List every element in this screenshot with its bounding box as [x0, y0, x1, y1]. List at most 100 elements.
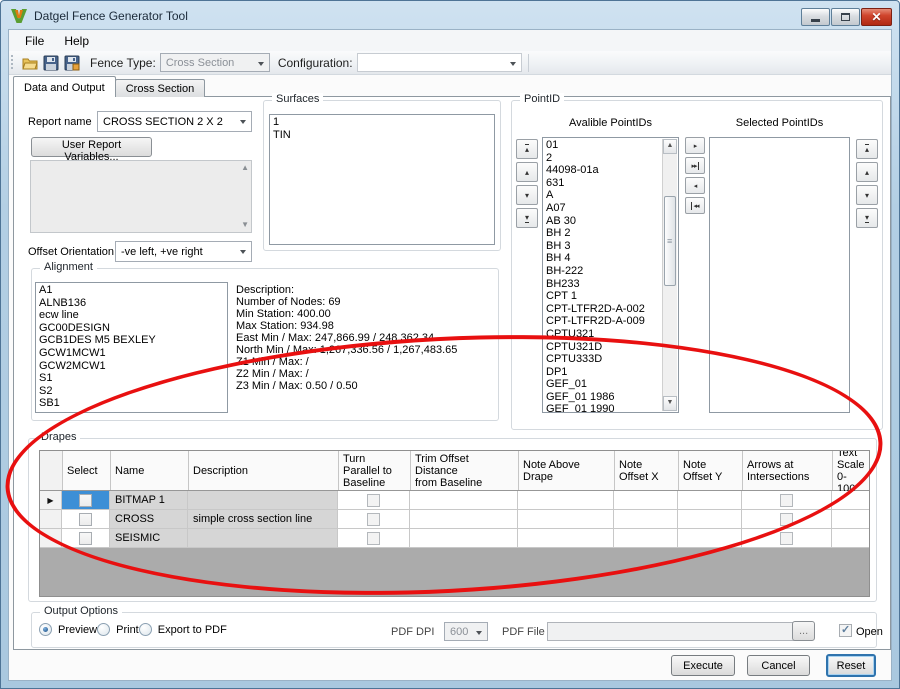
output-radio[interactable]: Preview	[39, 623, 97, 636]
text-scale-cell[interactable]	[832, 491, 869, 509]
available-move-up-button[interactable]: ▴	[516, 162, 538, 182]
arrows-checkbox[interactable]	[780, 532, 793, 545]
scroll-up-button[interactable]: ▲	[663, 139, 677, 154]
list-item[interactable]: A07	[546, 202, 662, 215]
list-item[interactable]: TIN	[273, 129, 494, 142]
turn-parallel-checkbox[interactable]	[367, 494, 380, 507]
note-offset-x-cell[interactable]	[614, 529, 678, 547]
menu-item[interactable]: File	[17, 32, 52, 50]
alignment-listbox[interactable]: A1ALNB136ecw lineGC00DESIGNGCB1DES M5 BE…	[35, 282, 228, 413]
column-header[interactable]: Description	[189, 451, 339, 490]
trim-offset-cell[interactable]	[410, 491, 518, 509]
note-offset-y-cell[interactable]	[678, 491, 742, 509]
arrows-checkbox[interactable]	[780, 513, 793, 526]
arrows-cell[interactable]	[742, 491, 832, 509]
note-offset-x-cell[interactable]	[614, 510, 678, 528]
list-item[interactable]: BH 3	[546, 240, 662, 253]
selected-pointids-listbox[interactable]	[709, 137, 850, 413]
column-header[interactable]: Note Offset Y	[679, 451, 743, 490]
open-icon[interactable]	[21, 54, 38, 71]
select-cell[interactable]	[62, 510, 110, 528]
scroll-down-button[interactable]: ▼	[663, 396, 677, 411]
available-list-scrollbar[interactable]: ▲ ▼	[662, 139, 677, 411]
list-item[interactable]: DP1	[546, 366, 662, 379]
column-header[interactable]: Text Scale 0-100	[833, 451, 869, 490]
list-item[interactable]: 2	[546, 152, 662, 165]
tab[interactable]: Cross Section	[115, 79, 205, 97]
turn-parallel-checkbox[interactable]	[367, 532, 380, 545]
execute-button[interactable]: Execute	[671, 655, 735, 676]
table-row[interactable]: ▶ BITMAP 1	[40, 491, 869, 510]
list-item[interactable]: 01	[546, 139, 662, 152]
move-all-left-button[interactable]: ◂◂	[685, 197, 705, 214]
move-left-button[interactable]: ◂	[685, 177, 705, 194]
turn-parallel-cell[interactable]	[338, 510, 410, 528]
arrows-cell[interactable]	[742, 529, 832, 547]
list-item[interactable]: BH 2	[546, 227, 662, 240]
text-scale-cell[interactable]	[832, 529, 869, 547]
list-item[interactable]: BH 4	[546, 252, 662, 265]
list-item[interactable]: GCW1MCW1	[39, 347, 227, 360]
output-radio[interactable]: Export to PDF	[139, 623, 227, 636]
list-item[interactable]: GEF_01 1986	[546, 391, 662, 404]
column-header[interactable]: Note Offset X	[615, 451, 679, 490]
surfaces-listbox[interactable]: 1TIN	[269, 114, 495, 245]
list-item[interactable]: CPT-LTFR2D-A-009	[546, 315, 662, 328]
reset-button[interactable]: Reset	[826, 654, 876, 677]
configuration-combobox[interactable]	[357, 53, 522, 72]
arrows-cell[interactable]	[742, 510, 832, 528]
selected-move-top-button[interactable]: ▴	[856, 139, 878, 159]
select-checkbox[interactable]	[79, 532, 92, 545]
list-item[interactable]: AB 30	[546, 215, 662, 228]
maximize-button[interactable]	[831, 8, 860, 26]
available-move-top-button[interactable]: ▴	[516, 139, 538, 159]
note-offset-y-cell[interactable]	[678, 510, 742, 528]
turn-parallel-cell[interactable]	[338, 529, 410, 547]
turn-parallel-checkbox[interactable]	[367, 513, 380, 526]
row-selector-cell[interactable]: ▶	[40, 529, 62, 547]
available-move-down-button[interactable]: ▾	[516, 185, 538, 205]
row-selector-cell[interactable]: ▶	[40, 491, 62, 509]
output-radio[interactable]: Print	[97, 623, 139, 636]
list-item[interactable]: CPTU321	[546, 328, 662, 341]
column-header[interactable]: Note Above Drape	[519, 451, 615, 490]
name-cell[interactable]: CROSS	[110, 510, 188, 528]
list-item[interactable]: S1	[39, 372, 227, 385]
menu-item[interactable]: Help	[56, 32, 97, 50]
column-header[interactable]: Arrows at Intersections	[743, 451, 833, 490]
list-item[interactable]: CPT-LTFR2D-A-002	[546, 303, 662, 316]
list-item[interactable]: GCB1DES M5 BEXLEY	[39, 334, 227, 347]
description-cell[interactable]	[188, 491, 338, 509]
list-item[interactable]: A	[546, 189, 662, 202]
list-item[interactable]: CPT 1	[546, 290, 662, 303]
note-above-cell[interactable]	[518, 529, 614, 547]
move-right-button[interactable]: ▸	[685, 137, 705, 154]
save-as-icon[interactable]	[63, 54, 80, 71]
cancel-button[interactable]: Cancel	[747, 655, 810, 676]
list-item[interactable]: A1	[39, 284, 227, 297]
list-item[interactable]: 631	[546, 177, 662, 190]
select-checkbox[interactable]	[79, 494, 92, 507]
arrows-checkbox[interactable]	[780, 494, 793, 507]
table-row[interactable]: ▶ SEISMIC	[40, 529, 869, 548]
note-above-cell[interactable]	[518, 491, 614, 509]
user-report-variables-button[interactable]: User Report Variables...	[31, 137, 152, 157]
offset-orientation-combobox[interactable]: -ve left, +ve right	[115, 241, 252, 262]
report-name-combobox[interactable]: CROSS SECTION 2 X 2	[97, 111, 252, 132]
description-cell[interactable]: simple cross section line	[188, 510, 338, 528]
available-move-bottom-button[interactable]: ▾	[516, 208, 538, 228]
selected-move-down-button[interactable]: ▾	[856, 185, 878, 205]
select-cell[interactable]	[62, 529, 110, 547]
row-selector-cell[interactable]: ▶	[40, 510, 62, 528]
note-offset-y-cell[interactable]	[678, 529, 742, 547]
list-item[interactable]: SB1	[39, 397, 227, 410]
note-above-cell[interactable]	[518, 510, 614, 528]
list-item[interactable]: BH233	[546, 278, 662, 291]
list-item[interactable]: 1	[273, 116, 494, 129]
text-scale-cell[interactable]	[832, 510, 869, 528]
name-cell[interactable]: BITMAP 1	[110, 491, 188, 509]
select-cell[interactable]	[62, 491, 110, 509]
list-item[interactable]: BH-222	[546, 265, 662, 278]
list-item[interactable]: S2	[39, 385, 227, 398]
trim-offset-cell[interactable]	[410, 510, 518, 528]
